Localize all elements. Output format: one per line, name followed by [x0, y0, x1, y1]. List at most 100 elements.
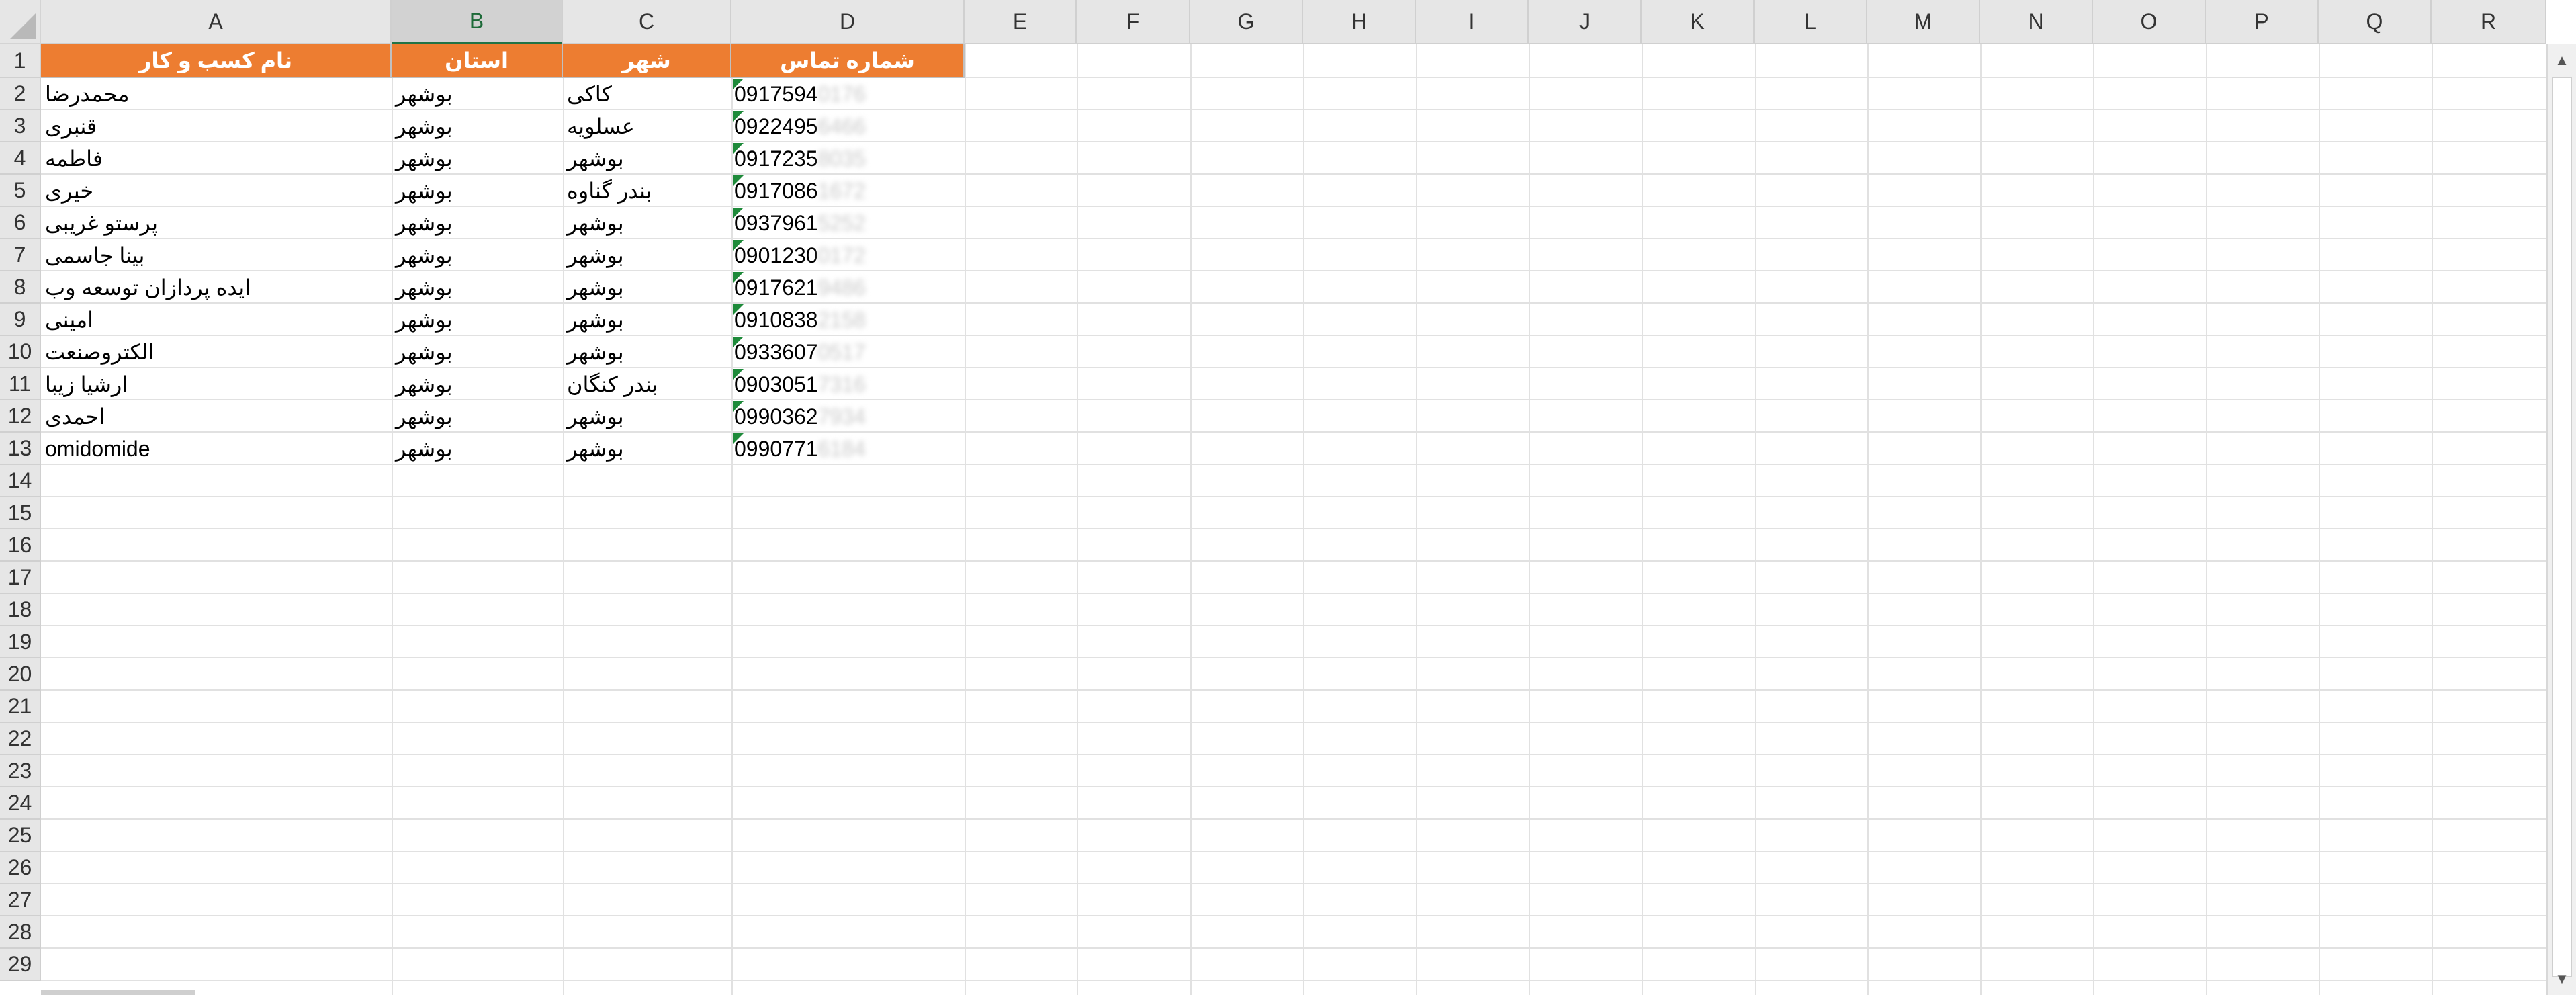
header-cell-phone[interactable]: شماره تماس — [731, 44, 965, 78]
column-header-j[interactable]: J — [1529, 0, 1642, 44]
row-header-14[interactable]: 14 — [0, 465, 41, 497]
cell-province[interactable]: بوشهر — [392, 110, 563, 142]
row-header-28[interactable]: 28 — [0, 916, 41, 949]
number-as-text-marker-icon[interactable] — [733, 369, 744, 380]
cell-province[interactable]: بوشهر — [392, 433, 563, 465]
cell-business-name[interactable]: پرستو غریبی — [41, 207, 392, 239]
cell-province[interactable]: بوشهر — [392, 239, 563, 271]
row-header-24[interactable]: 24 — [0, 787, 41, 820]
scroll-up-icon[interactable]: ▲ — [2548, 47, 2576, 74]
cell-city[interactable]: بوشهر — [563, 336, 731, 368]
cell-phone[interactable]: 0990771 6184 — [731, 433, 965, 465]
row-header-23[interactable]: 23 — [0, 755, 41, 787]
column-header-d[interactable]: D — [731, 0, 965, 44]
cell-city[interactable]: بندر گناوه — [563, 175, 731, 207]
column-header-o[interactable]: O — [2093, 0, 2206, 44]
cell-city[interactable]: بوشهر — [563, 271, 731, 304]
cell-province[interactable]: بوشهر — [392, 207, 563, 239]
header-cell-business-name[interactable]: نام کسب و کار — [41, 44, 392, 78]
column-header-m[interactable]: M — [1867, 0, 1980, 44]
cell-city[interactable]: بوشهر — [563, 400, 731, 433]
number-as-text-marker-icon[interactable] — [733, 79, 744, 89]
cell-phone[interactable]: 0910838 2158 — [731, 304, 965, 336]
cell-city[interactable]: بندر کنگان — [563, 368, 731, 400]
row-header-9[interactable]: 9 — [0, 304, 41, 336]
row-header-12[interactable]: 12 — [0, 400, 41, 433]
row-header-1[interactable]: 1 — [0, 44, 41, 78]
cell-province[interactable]: بوشهر — [392, 304, 563, 336]
row-header-22[interactable]: 22 — [0, 723, 41, 755]
row-header-17[interactable]: 17 — [0, 562, 41, 594]
cell-city[interactable]: بوشهر — [563, 142, 731, 175]
select-all-corner[interactable] — [0, 0, 41, 44]
row-header-15[interactable]: 15 — [0, 497, 41, 529]
cell-business-name[interactable]: بینا جاسمی — [41, 239, 392, 271]
scroll-down-icon[interactable]: ▼ — [2548, 965, 2576, 992]
cell-business-name[interactable]: خیری — [41, 175, 392, 207]
number-as-text-marker-icon[interactable] — [733, 175, 744, 186]
column-header-f[interactable]: F — [1077, 0, 1190, 44]
row-header-21[interactable]: 21 — [0, 691, 41, 723]
row-header-18[interactable]: 18 — [0, 594, 41, 626]
cell-city[interactable]: بوشهر — [563, 207, 731, 239]
cell-phone[interactable]: 0903051 7316 — [731, 368, 965, 400]
row-header-13[interactable]: 13 — [0, 433, 41, 465]
scrollbar-thumb[interactable] — [2552, 77, 2572, 977]
row-header-10[interactable]: 10 — [0, 336, 41, 368]
vertical-scrollbar[interactable]: ▲ ▼ — [2546, 44, 2576, 995]
number-as-text-marker-icon[interactable] — [733, 111, 744, 122]
cell-phone[interactable]: 0917621 9486 — [731, 271, 965, 304]
number-as-text-marker-icon[interactable] — [733, 401, 744, 412]
cell-province[interactable]: بوشهر — [392, 142, 563, 175]
number-as-text-marker-icon[interactable] — [733, 337, 744, 347]
cell-phone[interactable]: 0937961 5252 — [731, 207, 965, 239]
cell-city[interactable]: بوشهر — [563, 239, 731, 271]
column-header-l[interactable]: L — [1755, 0, 1867, 44]
cell-business-name[interactable]: ارشیا زیبا — [41, 368, 392, 400]
cell-city[interactable]: بوشهر — [563, 304, 731, 336]
cell-phone[interactable]: 0917086 1672 — [731, 175, 965, 207]
number-as-text-marker-icon[interactable] — [733, 240, 744, 251]
cell-phone[interactable]: 0990362 7934 — [731, 400, 965, 433]
cell-phone[interactable]: 0933607 0517 — [731, 336, 965, 368]
row-header-26[interactable]: 26 — [0, 852, 41, 884]
row-header-25[interactable]: 25 — [0, 820, 41, 852]
column-header-g[interactable]: G — [1190, 0, 1303, 44]
cell-province[interactable]: بوشهر — [392, 368, 563, 400]
column-header-e[interactable]: E — [965, 0, 1077, 44]
header-cell-city[interactable]: شهر — [563, 44, 731, 78]
cell-phone[interactable]: 0901230 0172 — [731, 239, 965, 271]
cell-phone[interactable]: 0917235 8035 — [731, 142, 965, 175]
column-header-r[interactable]: R — [2432, 0, 2546, 44]
row-header-4[interactable]: 4 — [0, 142, 41, 175]
cell-business-name[interactable]: قنبری — [41, 110, 392, 142]
row-header-20[interactable]: 20 — [0, 658, 41, 691]
column-header-c[interactable]: C — [563, 0, 731, 44]
cell-phone[interactable]: 0917594 0176 — [731, 78, 965, 110]
cell-business-name[interactable]: امینی — [41, 304, 392, 336]
row-header-27[interactable]: 27 — [0, 884, 41, 916]
column-header-k[interactable]: K — [1642, 0, 1755, 44]
row-header-6[interactable]: 6 — [0, 207, 41, 239]
row-header-29[interactable]: 29 — [0, 949, 41, 981]
cell-province[interactable]: بوشهر — [392, 175, 563, 207]
row-header-8[interactable]: 8 — [0, 271, 41, 304]
number-as-text-marker-icon[interactable] — [733, 433, 744, 444]
row-header-3[interactable]: 3 — [0, 110, 41, 142]
number-as-text-marker-icon[interactable] — [733, 208, 744, 218]
column-header-h[interactable]: H — [1303, 0, 1416, 44]
cell-business-name[interactable]: محمدرضا — [41, 78, 392, 110]
cell-city[interactable]: کاکی — [563, 78, 731, 110]
horizontal-scrollbar[interactable] — [41, 990, 195, 995]
header-cell-province[interactable]: استان — [392, 44, 563, 78]
number-as-text-marker-icon[interactable] — [733, 304, 744, 315]
cell-business-name[interactable]: احمدی — [41, 400, 392, 433]
column-header-p[interactable]: P — [2206, 0, 2319, 44]
cell-business-name[interactable]: ایده پردازان توسعه وب — [41, 271, 392, 304]
cell-business-name[interactable]: فاطمه — [41, 142, 392, 175]
row-header-16[interactable]: 16 — [0, 529, 41, 562]
cell-province[interactable]: بوشهر — [392, 78, 563, 110]
cell-business-name[interactable]: omidomide — [41, 433, 392, 465]
cell-city[interactable]: عسلویه — [563, 110, 731, 142]
column-header-b[interactable]: B — [392, 0, 563, 44]
